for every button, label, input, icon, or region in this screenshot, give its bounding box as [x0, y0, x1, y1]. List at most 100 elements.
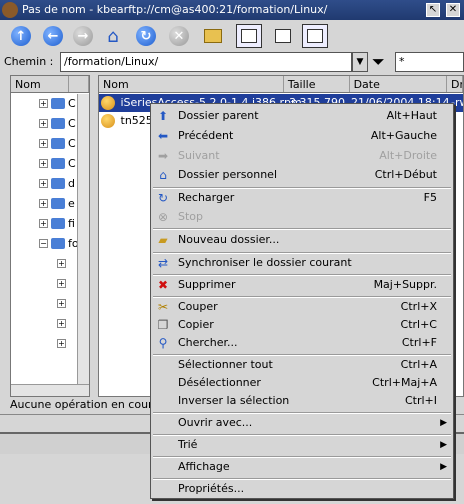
menu-item-deselect[interactable]: Désélectionner Ctrl+Maj+A — [151, 374, 453, 392]
reload-button[interactable]: ↻ — [133, 24, 159, 48]
expand-icon[interactable]: + — [57, 318, 66, 328]
folder-tree: Nom + C + C + C + C + d + e + fi − fo + + + + + — [10, 75, 90, 397]
new-folder-icon: ▰ — [158, 233, 168, 247]
filter-icon[interactable]: ⏷ — [372, 53, 392, 71]
folder-icon — [51, 217, 65, 229]
up-button[interactable]: ↑ — [8, 24, 34, 48]
view-icons-button[interactable] — [270, 24, 296, 48]
menu-item-delete[interactable]: ✖ Supprimer Maj+Suppr. — [151, 276, 453, 294]
stop-button[interactable]: ✕ — [166, 24, 192, 48]
pin-button[interactable]: ↖ — [426, 3, 440, 17]
column-name[interactable]: Nom — [99, 76, 284, 92]
reload-icon: ↻ — [157, 191, 169, 205]
column-rights[interactable]: Dr — [447, 76, 463, 92]
forward-button[interactable]: → — [70, 24, 96, 48]
menu-item-sync[interactable]: ⇄ Synchroniser le dossier courant — [151, 254, 453, 272]
menu-item-home[interactable]: ⌂ Dossier personnel Ctrl+Début — [151, 166, 453, 184]
folder-icon — [51, 117, 65, 129]
menu-item-invert-selection[interactable]: Inverser la sélection Ctrl+I — [151, 392, 453, 410]
tree-horizontal-scrollbar[interactable] — [11, 384, 89, 396]
folder-icon — [51, 157, 65, 169]
expand-icon[interactable]: + — [57, 298, 66, 308]
expand-icon[interactable]: + — [57, 278, 66, 288]
submenu-arrow-icon: ▶ — [440, 418, 447, 428]
view-tree-button[interactable] — [236, 24, 262, 48]
column-size[interactable]: Taille — [284, 76, 350, 92]
expand-icon[interactable]: + — [39, 138, 48, 148]
folder-icon — [51, 97, 65, 109]
arrow-left-icon: ⬅ — [157, 129, 169, 143]
copy-icon: ❐ — [157, 318, 169, 332]
path-dropdown-button[interactable]: ▼ — [352, 52, 368, 72]
menu-item-forward[interactable]: ➡ Suivant Alt+Droite — [151, 147, 453, 165]
stop-icon: ⊗ — [157, 210, 169, 224]
expand-icon[interactable]: + — [39, 198, 48, 208]
toolbar: ↑ ← → ⌂ ↻ ✕ — [0, 22, 464, 50]
status-text: Aucune opération en cours — [10, 398, 150, 411]
menu-item-open-with[interactable]: Ouvrir avec... ▶ — [151, 414, 453, 432]
search-icon: ⚲ — [158, 336, 168, 350]
tree-header-name[interactable]: Nom — [11, 76, 69, 92]
arrow-right-icon: → — [73, 26, 93, 46]
submenu-arrow-icon: ▶ — [440, 462, 447, 472]
title-bar: Pas de nom - kbearftp://cm@as400:21/form… — [0, 0, 464, 20]
file-icon — [101, 114, 115, 128]
folder-icon — [51, 177, 65, 189]
expand-icon[interactable]: + — [39, 178, 48, 188]
arrow-up-icon: ⬆ — [157, 109, 169, 123]
new-folder-icon — [204, 29, 222, 43]
path-label: Chemin : — [4, 55, 54, 68]
folder-icon — [51, 197, 65, 209]
chevron-down-icon: ▼ — [356, 57, 364, 67]
expand-icon[interactable]: + — [39, 118, 48, 128]
column-date[interactable]: Date — [350, 76, 448, 92]
delete-icon: ✖ — [157, 278, 169, 292]
submenu-arrow-icon: ▶ — [440, 440, 447, 450]
menu-separator — [153, 228, 451, 230]
menu-item-search[interactable]: ⚲ Chercher... Ctrl+F — [151, 334, 453, 352]
menu-item-copy[interactable]: ❐ Copier Ctrl+C — [151, 316, 453, 334]
view-icons-icon — [275, 29, 291, 43]
expand-icon[interactable]: + — [39, 98, 48, 108]
expand-icon[interactable]: + — [39, 158, 48, 168]
home-button[interactable]: ⌂ — [100, 24, 126, 48]
home-icon: ⌂ — [159, 168, 167, 182]
back-button[interactable]: ← — [40, 24, 66, 48]
home-icon: ⌂ — [107, 25, 119, 47]
menu-item-sort[interactable]: Trié ▶ — [151, 436, 453, 454]
tree-header: Nom — [11, 76, 89, 93]
expand-icon[interactable]: + — [57, 338, 66, 348]
menu-item-new-folder[interactable]: ▰ Nouveau dossier... — [151, 231, 453, 249]
expand-icon[interactable]: + — [39, 218, 48, 228]
new-folder-button[interactable] — [200, 24, 226, 48]
menu-item-select-all[interactable]: Sélectionner tout Ctrl+A — [151, 356, 453, 374]
menu-item-view[interactable]: Affichage ▶ — [151, 458, 453, 476]
menu-item-back[interactable]: ⬅ Précédent Alt+Gauche — [151, 127, 453, 145]
sync-icon: ⇄ — [157, 256, 169, 270]
path-bar: Chemin : /formation/Linux/ ▼ ⏷ * — [0, 51, 464, 73]
menu-item-cut[interactable]: ✂ Couper Ctrl+X — [151, 298, 453, 316]
menu-item-stop[interactable]: ⊗ Stop — [151, 208, 453, 226]
menu-item-properties[interactable]: Propriétés... — [151, 480, 453, 498]
menu-item-reload[interactable]: ↻ Recharger F5 — [151, 189, 453, 207]
tree-header-extra[interactable] — [69, 76, 89, 92]
filter-input[interactable]: * — [395, 52, 464, 72]
file-list-header: Nom Taille Date Dr — [99, 76, 463, 93]
close-button[interactable]: ✕ — [446, 3, 460, 17]
path-input[interactable]: /formation/Linux/ — [60, 52, 352, 72]
view-tree-icon — [241, 29, 257, 43]
window-title: Pas de nom - kbearftp://cm@as400:21/form… — [22, 3, 328, 16]
collapse-icon[interactable]: − — [39, 238, 48, 248]
folder-icon — [51, 137, 65, 149]
view-details-button[interactable] — [302, 24, 328, 48]
arrow-up-icon: ↑ — [11, 26, 31, 46]
package-icon — [101, 96, 115, 110]
tree-vertical-scrollbar[interactable] — [77, 94, 89, 384]
context-menu: ⬆ Dossier parent Alt+Haut ⬅ Précédent Al… — [150, 103, 454, 499]
expand-icon[interactable]: + — [57, 258, 66, 268]
reload-icon: ↻ — [136, 26, 156, 46]
menu-item-parent-folder[interactable]: ⬆ Dossier parent Alt+Haut — [151, 107, 453, 125]
arrow-left-icon: ← — [43, 26, 63, 46]
app-icon — [2, 2, 18, 18]
arrow-right-icon: ➡ — [157, 149, 169, 163]
